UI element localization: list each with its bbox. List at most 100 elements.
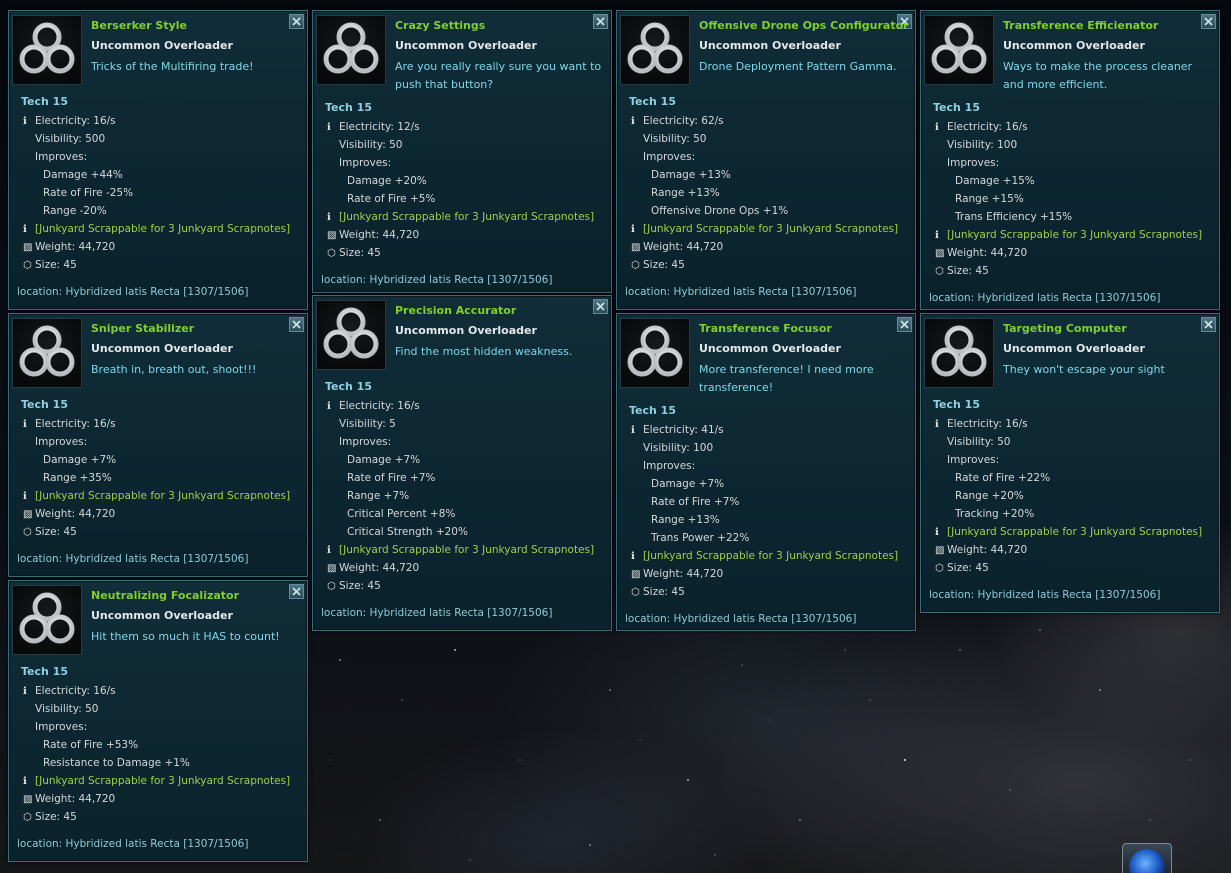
- item-title: Targeting Computer: [1003, 322, 1127, 335]
- stat-row: Offensive Drone Ops +1%: [651, 205, 789, 217]
- weight-row: ▧ Weight: 44,720: [631, 568, 724, 580]
- planet-minimap-button[interactable]: [1122, 843, 1172, 873]
- size-row: ⬡ Size: 45: [935, 562, 989, 574]
- electricity-row: ℹ Electricity: 12/s: [327, 121, 420, 133]
- cube-icon: ⬡: [23, 260, 32, 271]
- item-title: Berserker Style: [91, 19, 188, 32]
- item-title: Offensive Drone Ops Configurator: [699, 19, 909, 32]
- close-button[interactable]: [1201, 14, 1216, 29]
- close-button[interactable]: [897, 317, 912, 332]
- weight-icon: ▧: [23, 509, 33, 520]
- close-button[interactable]: [593, 299, 608, 314]
- weight-icon: ▧: [935, 545, 945, 556]
- improves-label: Improves:: [643, 460, 696, 472]
- info-icon: ℹ: [23, 419, 27, 430]
- junkyard-row: ℹ [Junkyard Scrappable for 3 Junkyard Scr…: [327, 544, 595, 556]
- weight-row: ▧ Weight: 44,720: [23, 241, 116, 253]
- info-icon: ℹ: [631, 116, 635, 127]
- tech-level: Tech 15: [629, 404, 676, 417]
- weight-row: ▧ Weight: 44,720: [327, 562, 420, 574]
- item-title: Precision Accurator: [395, 304, 517, 317]
- item-icon-frame: [12, 318, 82, 388]
- info-icon: ℹ: [23, 491, 27, 502]
- close-button[interactable]: [1201, 317, 1216, 332]
- item-location: location: Hybridized latis Recta [1307/1…: [17, 553, 249, 565]
- info-icon: ℹ: [631, 224, 635, 235]
- improves-label: Improves:: [35, 151, 88, 163]
- tech-level: Tech 15: [933, 398, 980, 411]
- tech-level: Tech 15: [21, 95, 68, 108]
- info-icon: ℹ: [935, 122, 939, 133]
- cube-icon: ⬡: [935, 266, 944, 277]
- size-row: ⬡ Size: 45: [23, 811, 77, 823]
- size-row: ⬡ Size: 45: [631, 259, 685, 271]
- junkyard-row: ℹ [Junkyard Scrappable for 3 Junkyard Scr…: [23, 775, 291, 787]
- info-icon: ℹ: [935, 230, 939, 241]
- electricity-row: ℹ Electricity: 62/s: [631, 115, 724, 127]
- cube-icon: ⬡: [327, 248, 336, 259]
- item-tooltip-card: Offensive Drone Ops Configurator Uncommon…: [616, 10, 916, 310]
- weight-icon: ▧: [23, 242, 33, 253]
- close-button[interactable]: [593, 14, 608, 29]
- item-location: location: Hybridized latis Recta [1307/1…: [625, 286, 857, 298]
- close-button[interactable]: [289, 584, 304, 599]
- close-icon: [594, 300, 607, 313]
- triple-ring-icon: [13, 592, 81, 657]
- electricity-row: ℹ Electricity: 16/s: [327, 400, 420, 412]
- item-rarity: Uncommon Overloader: [91, 39, 233, 52]
- close-icon: [898, 318, 911, 331]
- item-rarity: Uncommon Overloader: [91, 342, 233, 355]
- item-tooltip-card: Targeting Computer Uncommon Overloader The…: [920, 313, 1220, 613]
- item-icon-frame: [12, 585, 82, 655]
- weight-icon: ▧: [327, 230, 337, 241]
- close-button[interactable]: [289, 14, 304, 29]
- triple-ring-icon: [317, 307, 385, 372]
- weight-icon: ▧: [631, 569, 641, 580]
- electricity-row: ℹ Electricity: 16/s: [23, 115, 116, 127]
- visibility-row: Visibility: 50: [947, 436, 1011, 448]
- item-description: Breath in, breath out, shoot!!!: [91, 363, 257, 376]
- stat-row: Range -20%: [43, 205, 107, 217]
- item-title: Crazy Settings: [395, 19, 486, 32]
- cube-icon: ⬡: [935, 563, 944, 574]
- weight-icon: ▧: [935, 248, 945, 259]
- weight-row: ▧ Weight: 44,720: [23, 793, 116, 805]
- info-icon: ℹ: [23, 224, 27, 235]
- stat-row: Rate of Fire +53%: [43, 739, 139, 751]
- item-description: Are you really really sure you want to p…: [395, 60, 602, 91]
- visibility-row: Visibility: 100: [643, 442, 714, 454]
- item-icon-frame: [620, 318, 690, 388]
- size-row: ⬡ Size: 45: [935, 265, 989, 277]
- stat-row: Rate of Fire -25%: [43, 187, 134, 199]
- improves-label: Improves:: [947, 454, 1000, 466]
- improves-label: Improves:: [35, 436, 88, 448]
- item-rarity: Uncommon Overloader: [1003, 342, 1145, 355]
- item-rarity: Uncommon Overloader: [699, 39, 841, 52]
- electricity-row: ℹ Electricity: 16/s: [23, 685, 116, 697]
- cube-icon: ⬡: [23, 527, 32, 538]
- junkyard-row: ℹ [Junkyard Scrappable for 3 Junkyard Scr…: [327, 211, 595, 223]
- info-icon: ℹ: [935, 419, 939, 430]
- item-tooltip-card: Precision Accurator Uncommon Overloader Fi…: [312, 295, 612, 631]
- stat-row: Critical Strength +20%: [347, 526, 468, 538]
- stat-row: Damage +7%: [347, 454, 421, 466]
- improves-label: Improves:: [643, 151, 696, 163]
- stat-row: Trans Power +22%: [651, 532, 750, 544]
- item-description: Tricks of the Multifiring trade!: [91, 60, 254, 73]
- triple-ring-icon: [925, 325, 993, 390]
- visibility-row: Visibility: 50: [643, 133, 707, 145]
- item-description: Ways to make the process cleaner and mor…: [1003, 60, 1193, 91]
- item-tooltip-card: Sniper Stabilizer Uncommon Overloader Brea…: [8, 313, 308, 577]
- info-icon: ℹ: [935, 527, 939, 538]
- close-icon: [290, 15, 303, 28]
- close-button[interactable]: [289, 317, 304, 332]
- item-tooltip-card: Transference Focusor Uncommon Overloader M…: [616, 313, 916, 631]
- close-icon: [1202, 318, 1215, 331]
- stat-row: Range +13%: [651, 187, 720, 199]
- cube-icon: ⬡: [631, 260, 640, 271]
- weight-icon: ▧: [23, 794, 33, 805]
- stat-row: Range +20%: [955, 490, 1024, 502]
- item-description: Hit them so much it HAS to count!: [91, 630, 280, 643]
- item-location: location: Hybridized latis Recta [1307/1…: [625, 613, 857, 625]
- size-row: ⬡ Size: 45: [631, 586, 685, 598]
